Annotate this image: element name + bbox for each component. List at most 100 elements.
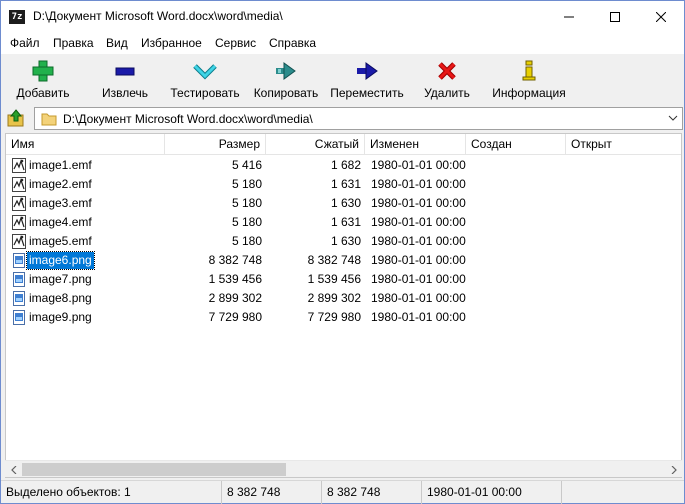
file-packed-size: 1 631 <box>330 177 361 191</box>
scrollbar-thumb[interactable] <box>22 463 286 476</box>
add-button[interactable]: Добавить <box>11 54 75 102</box>
emf-file-icon <box>11 214 27 231</box>
file-packed-size: 2 899 302 <box>307 291 361 305</box>
delete-button[interactable]: Удалить <box>417 54 477 102</box>
file-name: image8.png <box>29 291 92 305</box>
file-packed-size: 7 729 980 <box>307 310 361 324</box>
copy-arrow-icon <box>274 59 298 83</box>
toolbar: Добавить Извлечь Тестировать Копировать … <box>1 54 684 102</box>
menu-help[interactable]: Справка <box>269 36 316 50</box>
info-label: Информация <box>492 86 566 100</box>
file-list[interactable]: Имя Размер Сжатый Изменен Создан Открыт … <box>5 133 682 478</box>
delete-label: Удалить <box>424 86 470 100</box>
file-size: 5 180 <box>231 177 262 191</box>
maximize-icon <box>610 11 620 22</box>
file-size: 5 180 <box>231 215 262 229</box>
table-row[interactable]: image2.emf 5 180 1 631 1980-01-01 00:00 <box>6 175 681 194</box>
file-name: image5.emf <box>29 234 92 248</box>
close-button[interactable] <box>638 1 684 32</box>
minimize-button[interactable] <box>546 1 592 32</box>
file-name: image3.emf <box>29 196 92 210</box>
horizontal-scrollbar[interactable] <box>5 460 682 477</box>
move-arrow-icon <box>355 59 379 83</box>
file-name: image2.emf <box>29 177 92 191</box>
column-size[interactable]: Размер <box>165 134 266 155</box>
chevron-down-icon[interactable] <box>668 114 678 122</box>
file-packed-size: 1 630 <box>330 196 361 210</box>
file-modified: 1980-01-01 00:00 <box>371 177 466 191</box>
file-modified: 1980-01-01 00:00 <box>371 253 466 267</box>
menu-edit[interactable]: Правка <box>53 36 94 50</box>
file-modified: 1980-01-01 00:00 <box>371 158 466 172</box>
table-row[interactable]: image7.png 1 539 456 1 539 456 1980-01-01 0… <box>6 270 681 289</box>
status-packed: 8 382 748 <box>322 481 422 504</box>
file-name: image6.png <box>26 251 95 270</box>
png-file-icon <box>11 252 27 269</box>
png-file-icon <box>11 290 27 307</box>
file-modified: 1980-01-01 00:00 <box>371 234 466 248</box>
file-size: 2 899 302 <box>208 291 262 305</box>
test-label: Тестировать <box>170 86 240 100</box>
emf-file-icon <box>11 176 27 193</box>
file-packed-size: 1 631 <box>330 215 361 229</box>
menu-tools[interactable]: Сервис <box>215 36 256 50</box>
table-row[interactable]: image8.png 2 899 302 2 899 302 1980-01-01 0… <box>6 289 681 308</box>
file-modified: 1980-01-01 00:00 <box>371 272 466 286</box>
close-icon <box>656 11 666 22</box>
file-size: 5 180 <box>231 196 262 210</box>
file-name: image7.png <box>29 272 92 286</box>
table-row[interactable]: image1.emf 5 416 1 682 1980-01-01 00:00 <box>6 156 681 175</box>
add-label: Добавить <box>16 86 70 100</box>
file-name: image9.png <box>29 310 92 324</box>
table-row[interactable]: image3.emf 5 180 1 630 1980-01-01 00:00 <box>6 194 681 213</box>
copy-label: Копировать <box>253 86 319 100</box>
extract-minus-icon <box>113 59 137 83</box>
minimize-icon <box>564 16 574 17</box>
menu-file[interactable]: Файл <box>10 36 40 50</box>
file-size: 7 729 980 <box>208 310 262 324</box>
chevron-right-icon <box>671 465 677 474</box>
extract-label: Извлечь <box>101 86 148 100</box>
info-button[interactable]: Информация <box>489 54 569 102</box>
list-header: Имя Размер Сжатый Изменен Создан Открыт <box>6 134 681 155</box>
emf-file-icon <box>11 233 27 250</box>
file-packed-size: 8 382 748 <box>307 253 361 267</box>
scroll-right-button[interactable] <box>665 461 682 478</box>
title-bar[interactable]: 7z D:\Документ Microsoft Word.docx\word\… <box>1 1 684 32</box>
file-size: 5 180 <box>231 234 262 248</box>
menu-bar: Файл Правка Вид Избранное Сервис Справка <box>1 32 684 54</box>
table-row[interactable]: image5.emf 5 180 1 630 1980-01-01 00:00 <box>6 232 681 251</box>
file-size: 1 539 456 <box>208 272 262 286</box>
menu-view[interactable]: Вид <box>106 36 128 50</box>
table-row[interactable]: image6.png 8 382 748 8 382 748 1980-01-01 0… <box>6 251 681 270</box>
column-accessed[interactable]: Открыт <box>566 134 681 155</box>
table-row[interactable]: image4.emf 5 180 1 631 1980-01-01 00:00 <box>6 213 681 232</box>
move-button[interactable]: Переместить <box>327 54 407 102</box>
window-title: D:\Документ Microsoft Word.docx\word\med… <box>33 9 283 23</box>
copy-button[interactable]: Копировать <box>249 54 323 102</box>
column-name[interactable]: Имя <box>6 134 165 155</box>
scroll-left-button[interactable] <box>5 461 22 478</box>
test-button[interactable]: Тестировать <box>167 54 243 102</box>
test-check-icon <box>193 59 217 83</box>
info-icon <box>517 59 541 83</box>
menu-favorites[interactable]: Избранное <box>141 36 202 50</box>
file-size: 5 416 <box>231 158 262 172</box>
extract-button[interactable]: Извлечь <box>93 54 157 102</box>
address-field[interactable]: D:\Документ Microsoft Word.docx\word\med… <box>34 107 683 130</box>
table-row[interactable]: image9.png 7 729 980 7 729 980 1980-01-01 0… <box>6 308 681 327</box>
move-label: Переместить <box>330 86 404 100</box>
maximize-button[interactable] <box>592 1 638 32</box>
chevron-left-icon <box>10 465 16 474</box>
file-size: 8 382 748 <box>208 253 262 267</box>
up-folder-button[interactable] <box>7 109 25 127</box>
column-modified[interactable]: Изменен <box>365 134 466 155</box>
png-file-icon <box>11 271 27 288</box>
column-packed[interactable]: Сжатый <box>266 134 365 155</box>
address-path: D:\Документ Microsoft Word.docx\word\med… <box>63 112 313 126</box>
app-logo-icon: 7z <box>9 10 25 24</box>
app-window: 7z D:\Документ Microsoft Word.docx\word\… <box>0 0 685 504</box>
emf-file-icon <box>11 157 27 174</box>
column-created[interactable]: Создан <box>466 134 566 155</box>
folder-icon <box>41 113 57 126</box>
